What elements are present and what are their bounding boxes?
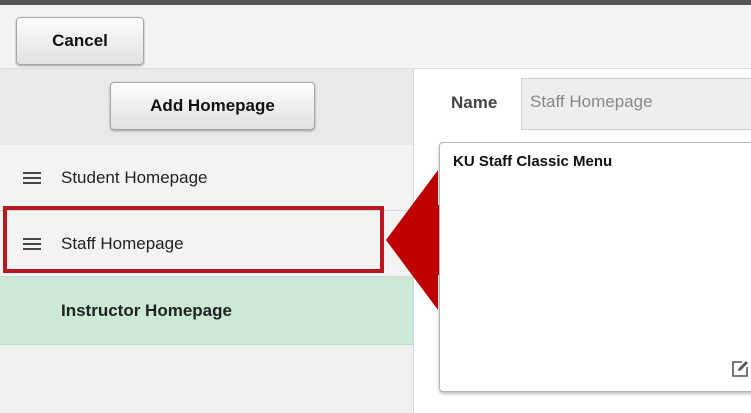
highlight-box xyxy=(3,206,384,273)
content-tile-title: KU Staff Classic Menu xyxy=(453,153,613,170)
add-homepage-button[interactable]: Add Homepage xyxy=(110,82,315,130)
sidebar-header: Add Homepage xyxy=(0,69,413,145)
name-field[interactable]: Staff Homepage xyxy=(521,78,751,130)
name-label: Name xyxy=(451,93,498,112)
homepage-content-panel: KU Staff Classic Menu xyxy=(439,142,751,392)
edit-icon[interactable] xyxy=(730,359,750,379)
sidebar-item-instructor-homepage[interactable]: Instructor Homepage xyxy=(0,277,413,345)
cancel-button[interactable]: Cancel xyxy=(16,17,144,65)
sidebar-item-student-homepage[interactable]: Student Homepage xyxy=(0,145,413,211)
drag-handle-icon[interactable] xyxy=(23,171,41,184)
sidebar-item-label: Student Homepage xyxy=(61,167,208,187)
toolbar: Cancel xyxy=(0,5,751,69)
sidebar-item-label: Instructor Homepage xyxy=(61,300,232,320)
